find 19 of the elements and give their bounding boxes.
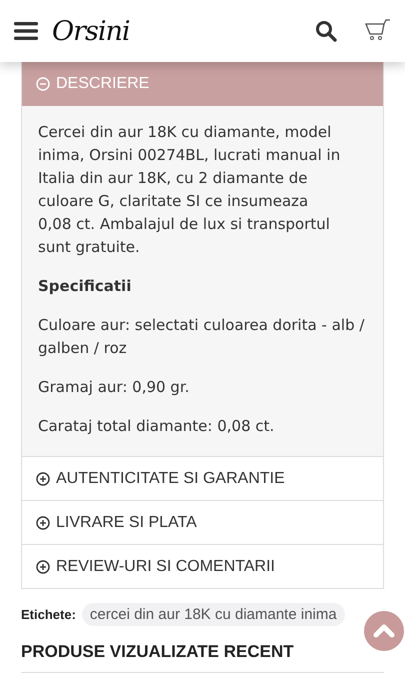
menu-button[interactable] xyxy=(14,21,38,41)
plus-circle-icon xyxy=(36,472,50,486)
tag-link[interactable]: cercei din aur 18K cu diamante inima xyxy=(82,603,345,626)
minus-circle-icon xyxy=(36,77,50,91)
search-button[interactable] xyxy=(315,20,337,42)
plus-circle-icon xyxy=(36,560,50,574)
cart-button[interactable] xyxy=(365,19,391,43)
menu-icon xyxy=(14,21,38,41)
plus-circle-icon xyxy=(36,516,50,530)
cart-icon xyxy=(365,19,391,43)
description-text: Carataj total diamante: 0,08 ct. xyxy=(38,416,276,437)
tags-label: Etichete: xyxy=(21,607,76,622)
chevron-up-icon xyxy=(373,624,395,638)
description-text: Culoare aur: selectati culoarea dorita - alb / galben / roz xyxy=(38,315,366,359)
description-text: Gramaj aur: 0,90 gr. xyxy=(38,377,190,398)
description-text: Cercei din aur 18K cu diamante, model inima, Orsini 00274BL, lucrati manual in Italia din aur 18K, cu 2 diamante de culoare G, claritate SI ce insumeaza 0,08 ct. Ambalajul de lux si transportul sunt gratuite. xyxy=(38,122,342,258)
logo[interactable]: Orsini xyxy=(52,16,301,46)
section-heading: Specificatii xyxy=(38,276,132,297)
search-icon xyxy=(315,20,337,42)
